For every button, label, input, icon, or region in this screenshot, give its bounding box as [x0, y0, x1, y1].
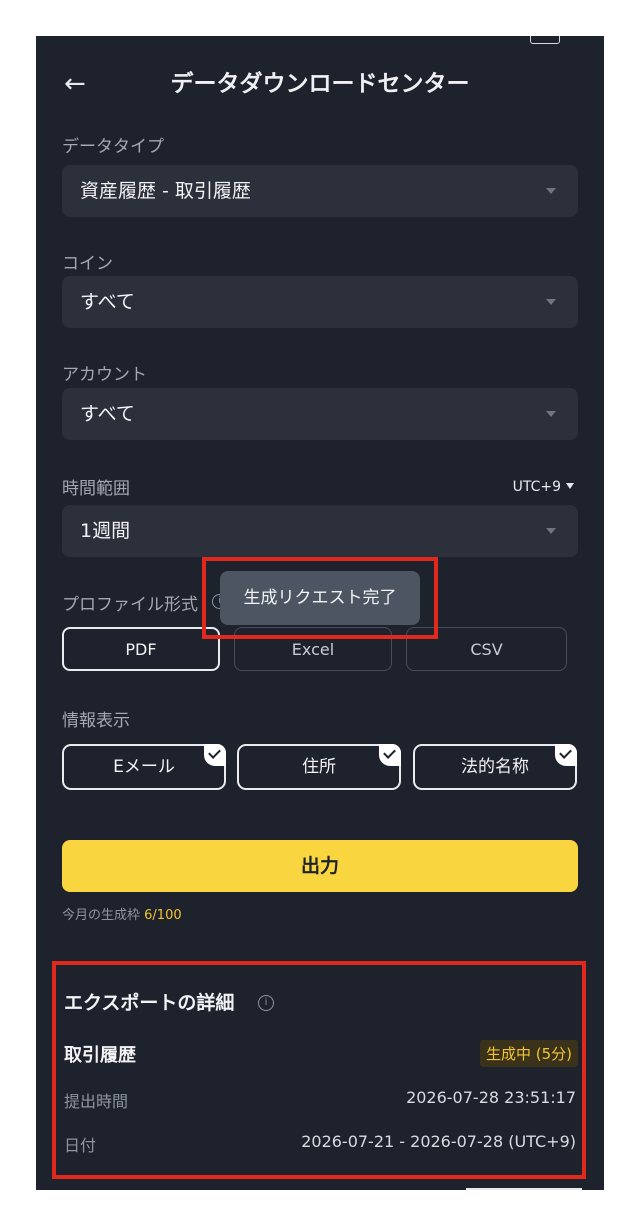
- timezone-value: UTC+9: [512, 479, 561, 495]
- address-toggle[interactable]: 住所: [237, 744, 401, 790]
- check-icon: [555, 744, 577, 766]
- data-type-select[interactable]: 資産履歴 - 取引履歴: [62, 165, 578, 217]
- page-title: データダウンロードセンター: [170, 71, 470, 97]
- email-toggle[interactable]: Eメール: [62, 744, 226, 790]
- top-bar: ← データダウンロードセンター: [36, 64, 604, 104]
- time-range-select[interactable]: 1週間: [62, 505, 578, 557]
- quota-label: 今月の生成枠: [62, 908, 141, 923]
- caret-down-icon: [566, 483, 574, 489]
- email-toggle-label: Eメール: [113, 757, 175, 777]
- data-type-label: データタイプ: [62, 137, 164, 157]
- data-type-value: 資産履歴 - 取引履歴: [80, 180, 251, 202]
- legal-name-toggle[interactable]: 法的名称: [413, 744, 577, 790]
- chevron-down-icon: [546, 188, 556, 194]
- account-value: すべて: [80, 403, 135, 425]
- legal-name-toggle-label: 法的名称: [461, 757, 529, 777]
- chevron-down-icon: [546, 299, 556, 305]
- info-display-label: 情報表示: [62, 711, 130, 731]
- coin-select[interactable]: すべて: [62, 276, 578, 328]
- highlight-box-toast: [202, 557, 438, 639]
- status-bar: [36, 36, 604, 48]
- coin-value: すべて: [80, 291, 135, 313]
- check-icon: [379, 744, 401, 766]
- format-pdf-button[interactable]: PDF: [62, 627, 220, 671]
- account-select[interactable]: すべて: [62, 388, 578, 440]
- address-toggle-label: 住所: [302, 757, 336, 777]
- time-range-value: 1週間: [80, 520, 131, 542]
- monthly-quota: 今月の生成枠 6/100: [62, 904, 182, 923]
- export-button[interactable]: 出力: [62, 840, 578, 892]
- timezone-selector[interactable]: UTC+9: [513, 479, 574, 495]
- chevron-down-icon: [546, 528, 556, 534]
- time-range-label: 時間範囲: [62, 479, 130, 499]
- account-label: アカウント: [62, 365, 147, 385]
- profile-format-label: プロファイル形式: [62, 595, 198, 615]
- battery-icon: [530, 36, 560, 44]
- highlight-box-details: [52, 961, 586, 1179]
- quota-value: 6/100: [144, 908, 182, 923]
- check-icon: [204, 744, 226, 766]
- coin-label: コイン: [62, 254, 113, 274]
- home-indicator: [466, 1188, 582, 1190]
- chevron-down-icon: [546, 411, 556, 417]
